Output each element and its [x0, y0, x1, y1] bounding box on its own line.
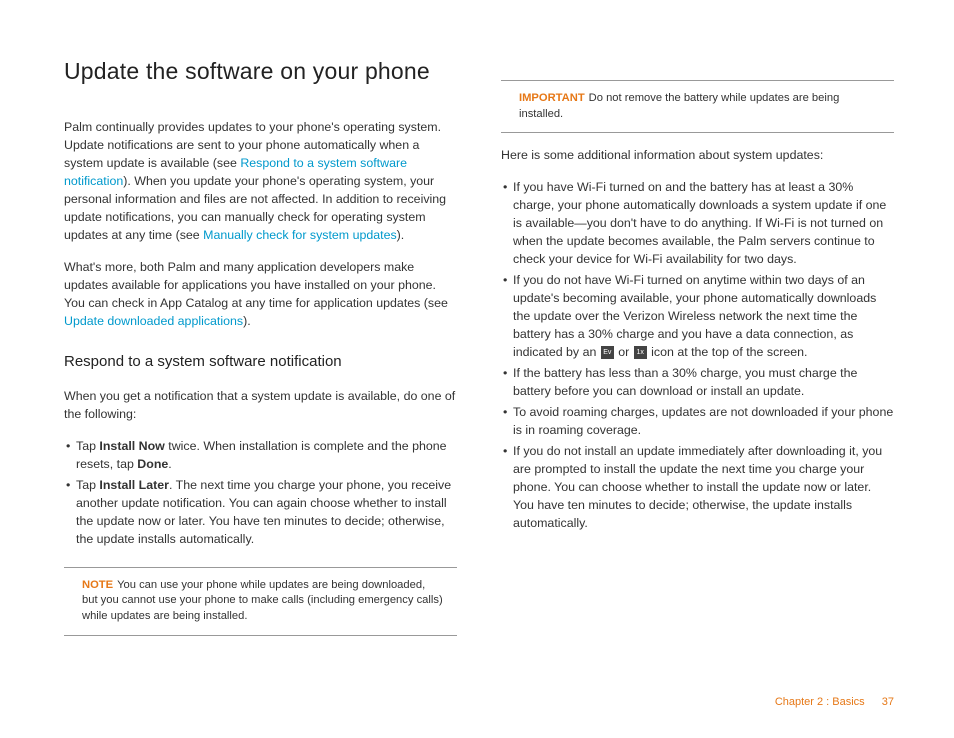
right-column: IMPORTANTDo not remove the battery while… — [501, 58, 894, 650]
install-now-label: Install Now — [99, 439, 164, 453]
additional-list: If you have Wi-Fi turned on and the batt… — [501, 179, 894, 533]
important-label: IMPORTANT — [519, 92, 585, 104]
note-label: NOTE — [82, 579, 113, 591]
left-column: Update the software on your phone Palm c… — [64, 58, 457, 650]
intro-paragraph-2: What's more, both Palm and many applicat… — [64, 259, 457, 331]
section-heading-respond: Respond to a system software notificatio… — [64, 353, 457, 370]
install-later-label: Install Later — [99, 478, 169, 492]
text: Tap — [76, 478, 99, 492]
list-item: If the battery has less than a 30% charg… — [501, 365, 894, 401]
respond-list: Tap Install Now twice. When installation… — [64, 438, 457, 549]
text: ). — [243, 314, 251, 328]
list-item: To avoid roaming charges, updates are no… — [501, 404, 894, 440]
list-item: Tap Install Later. The next time you cha… — [64, 477, 457, 549]
text: . — [168, 457, 171, 471]
text: Tap — [76, 439, 99, 453]
list-item: If you do not install an update immediat… — [501, 443, 894, 533]
text: or — [615, 345, 633, 359]
1x-signal-icon: 1x — [634, 346, 647, 359]
page-title: Update the software on your phone — [64, 58, 457, 85]
note-text: NOTEYou can use your phone while updates… — [82, 578, 443, 625]
list-item: Tap Install Now twice. When installation… — [64, 438, 457, 474]
page-number: 37 — [882, 696, 894, 708]
important-text: IMPORTANTDo not remove the battery while… — [519, 91, 880, 122]
chapter-label: Chapter 2 : Basics — [775, 696, 865, 708]
page-content: Update the software on your phone Palm c… — [64, 58, 894, 650]
respond-intro: When you get a notification that a syste… — [64, 388, 457, 424]
link-update-apps[interactable]: Update downloaded applications — [64, 314, 243, 328]
text: ). — [397, 228, 405, 242]
note-callout: NOTEYou can use your phone while updates… — [64, 567, 457, 636]
ev-signal-icon: Ev — [601, 346, 614, 359]
text: icon at the top of the screen. — [648, 345, 808, 359]
link-manual-check[interactable]: Manually check for system updates — [203, 228, 397, 242]
important-callout: IMPORTANTDo not remove the battery while… — [501, 80, 894, 133]
done-label: Done — [137, 457, 168, 471]
text: What's more, both Palm and many applicat… — [64, 260, 448, 310]
list-item: If you do not have Wi-Fi turned on anyti… — [501, 272, 894, 362]
list-item: If you have Wi-Fi turned on and the batt… — [501, 179, 894, 269]
note-body: You can use your phone while updates are… — [82, 579, 443, 622]
intro-paragraph-1: Palm continually provides updates to you… — [64, 119, 457, 245]
page-footer: Chapter 2 : Basics 37 — [775, 696, 894, 708]
additional-info-intro: Here is some additional information abou… — [501, 147, 894, 165]
